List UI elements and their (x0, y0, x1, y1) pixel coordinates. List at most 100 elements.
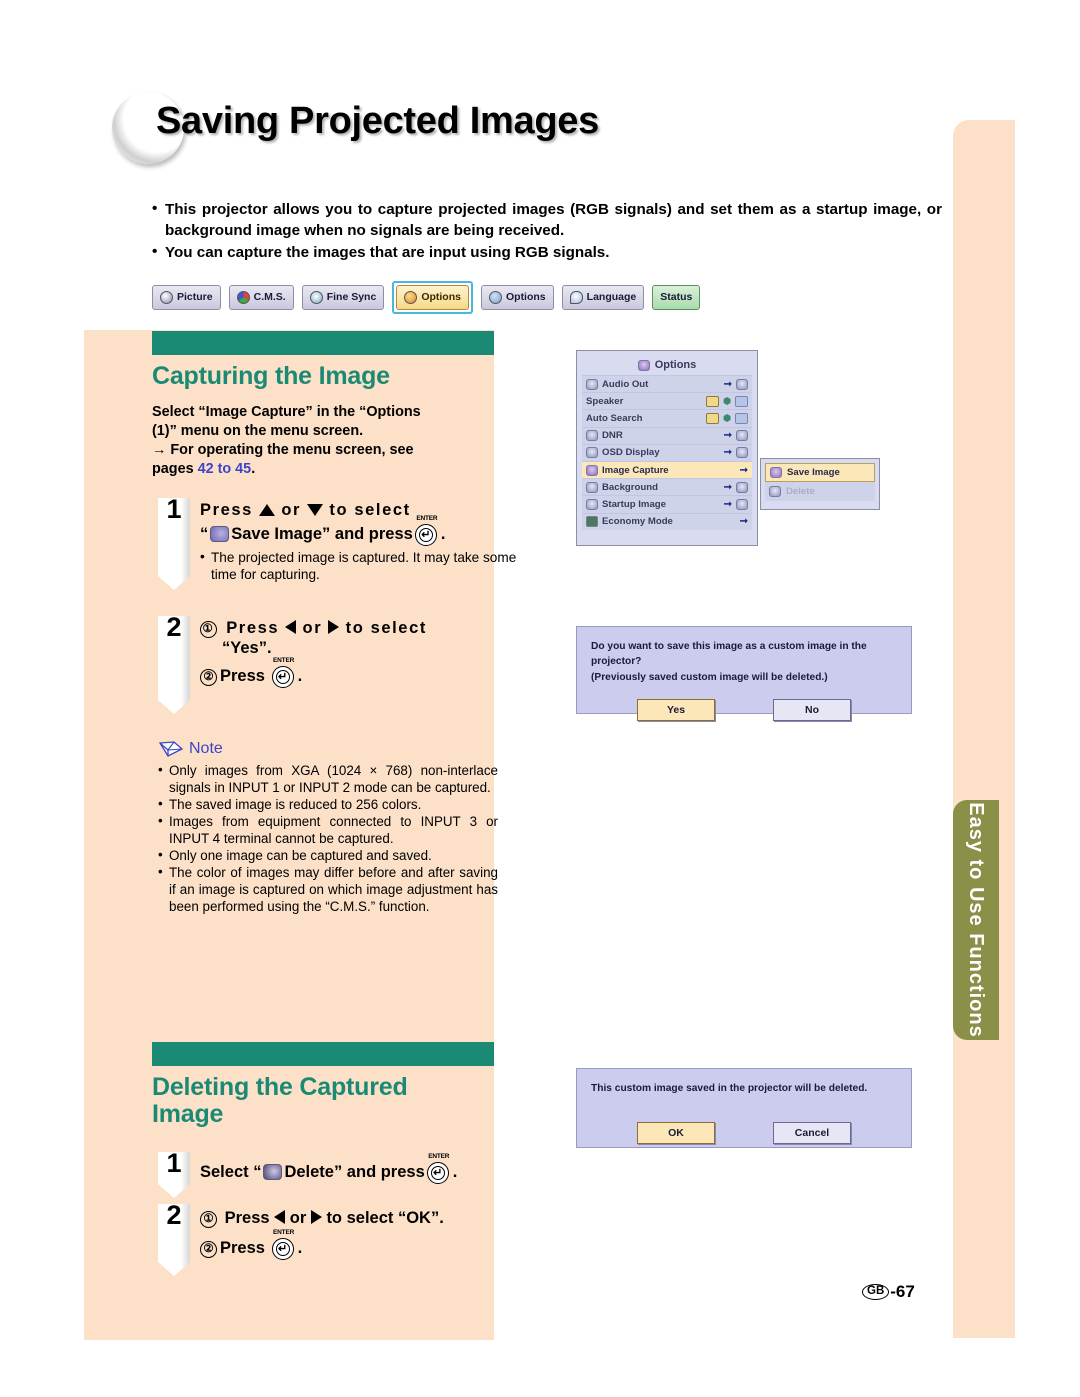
section2-step-1: 1 Select “ Delete” and press ENTER ↵. (158, 1148, 498, 1198)
tab-language[interactable]: Language (561, 284, 645, 310)
osd-row-label: Speaker (586, 395, 624, 407)
right-margin-panel (953, 120, 1015, 1338)
arrow-right-icon: ➞ (739, 516, 748, 528)
section2-step2-line-1: ① Press or to select “OK”. (200, 1208, 444, 1228)
section1-step-2: 2 ① Press or to select “Yes”. ② Press ENT… (158, 612, 498, 714)
submenu-item-save-image[interactable]: Save Image (765, 463, 875, 482)
toggle-off-icon[interactable] (735, 395, 748, 407)
toggle-off-icon[interactable] (735, 412, 748, 424)
tab-cms[interactable]: C.M.S. (228, 284, 294, 310)
intro-bullet-1: This projector allows you to capture pro… (152, 199, 942, 242)
osd-menu-title: Options (582, 356, 752, 375)
dialog-message: This custom image saved in the projector… (577, 1069, 911, 1096)
osd-row-dnr[interactable]: DNR ➞ (582, 426, 752, 444)
osd-row-label: OSD Display (602, 447, 660, 459)
note-list: Only images from XGA (1024 × 768) non-in… (158, 761, 498, 915)
arrow-right-icon: ➞ (739, 464, 748, 476)
enter-label: ENTER (416, 515, 438, 523)
osd-image-capture-submenu: Save Image Delete (760, 458, 880, 510)
section2-step-2: 2 ① Press or to select “OK”. ② Press ENTE… (158, 1200, 498, 1276)
tab-status[interactable]: Status (652, 284, 701, 310)
page-reference-link[interactable]: 42 to 45 (198, 461, 252, 477)
osd-row-auto-search[interactable]: Auto Search ⬢ (582, 409, 752, 427)
note-item: Images from equipment connected to INPUT… (158, 812, 498, 847)
options-title-icon (637, 359, 650, 371)
tab-picture[interactable]: Picture (152, 284, 221, 310)
osd-row-economy-mode[interactable]: Economy Mode ➞ (582, 512, 752, 530)
osd-row-label: Economy Mode (602, 516, 673, 528)
osd-row-speaker[interactable]: Speaker ⬢ (582, 392, 752, 410)
dialog-message-line-1: Do you want to save this image as a cust… (591, 641, 867, 668)
startup-value-icon (736, 498, 748, 510)
section1-lead: Select “Image Capture” in the “Options (… (152, 403, 490, 480)
side-tab-label: Easy to Use Functions (965, 802, 988, 1038)
save-image-icon (210, 526, 230, 543)
cancel-button[interactable]: Cancel (773, 1122, 851, 1145)
tab-options-1[interactable]: Options (396, 284, 469, 310)
dialog-buttons: Yes No (577, 698, 911, 721)
submenu-item-delete: Delete (765, 482, 875, 501)
fine-sync-icon (309, 290, 323, 304)
osd-row-startup-image[interactable]: Startup Image ➞ (582, 495, 752, 513)
osd-row-label: DNR (602, 430, 623, 442)
circled-one: ① (200, 1211, 217, 1228)
ok-button[interactable]: OK (637, 1122, 715, 1145)
delete-icon (263, 1164, 283, 1180)
background-value-icon (736, 481, 748, 493)
to-select-ok-words: to select “OK”. (326, 1209, 444, 1227)
tab-fine-sync-label: Fine Sync (326, 291, 377, 303)
circled-two: ② (200, 1241, 217, 1259)
cms-icon (236, 290, 250, 304)
osd-row-background[interactable]: Background ➞ (582, 478, 752, 496)
enter-button-icon: ENTER ↵ (426, 1153, 452, 1184)
dialog-message-line-2: (Previously saved custom image will be d… (591, 671, 828, 683)
osd-row-audio-out[interactable]: Audio Out ➞ (582, 375, 752, 393)
toggle-on-icon[interactable] (706, 412, 720, 424)
tab-fine-sync[interactable]: Fine Sync (301, 284, 385, 310)
to-select-words: to select (345, 619, 427, 637)
osd-row-image-capture[interactable]: Image Capture ➞ (582, 460, 752, 479)
or-word: or (281, 501, 302, 519)
tab-language-label: Language (586, 291, 637, 303)
save-image-phrase: Save Image” and press (231, 525, 413, 544)
note-item: Only one image can be captured and saved… (158, 846, 498, 864)
open-quote: “ (200, 525, 209, 544)
section1-step-1: 1 Press or to select “ Save Image” and pr… (158, 494, 516, 590)
toggle-on-icon[interactable] (706, 395, 720, 407)
osd-row-label: Background (602, 481, 658, 493)
arrow-left-icon (274, 1210, 286, 1224)
save-image-icon (770, 467, 782, 478)
speaker-icon (586, 378, 598, 390)
tab-status-label: Status (660, 291, 693, 303)
no-button[interactable]: No (773, 698, 851, 721)
period: . (297, 1239, 303, 1258)
tab-picture-label: Picture (177, 291, 213, 303)
options1-icon (404, 290, 418, 304)
headline: Saving Projected Images (112, 92, 812, 164)
to-select-words: to select (329, 501, 411, 519)
economy-icon (586, 516, 598, 528)
enter-button-icon: ENTER ↵ (414, 515, 440, 547)
arrow-right-icon (328, 620, 340, 634)
osd-options-menu: Options Audio Out ➞ Speaker ⬢ Auto Searc… (576, 350, 758, 546)
intro-bullets: This projector allows you to capture pro… (152, 199, 942, 264)
section2-heading-line-1: Deleting the Captured (152, 1073, 408, 1101)
pencil-icon (158, 741, 184, 757)
arrow-down-icon (307, 504, 324, 516)
arrow-up-icon (259, 504, 276, 516)
step2-line-3: ② Press ENTER ↵. (200, 657, 427, 689)
yes-button[interactable]: Yes (637, 698, 715, 721)
dialog-message-line-1: This custom image saved in the projector… (591, 1083, 868, 1094)
tab-options-1-label: Options (421, 291, 461, 303)
arrow-right-icon: ➞ (723, 430, 732, 442)
intro-bullet-2: You can capture the images that are inpu… (152, 242, 942, 264)
lead-pages-word: pages (152, 461, 198, 478)
osd-menu-tab-strip: Picture C.M.S. Fine Sync Options Options… (152, 280, 701, 314)
tab-options-2[interactable]: Options (480, 284, 554, 310)
region-mark: GB (862, 1284, 890, 1300)
section2-step1-line: Select “ Delete” and press ENTER ↵. (200, 1153, 457, 1184)
step-number: 1 (166, 494, 182, 524)
osd-row-osd-display[interactable]: OSD Display ➞ (582, 443, 752, 461)
enter-button-icon: ENTER ↵ (271, 1229, 297, 1261)
circled-one: ① (200, 621, 217, 638)
